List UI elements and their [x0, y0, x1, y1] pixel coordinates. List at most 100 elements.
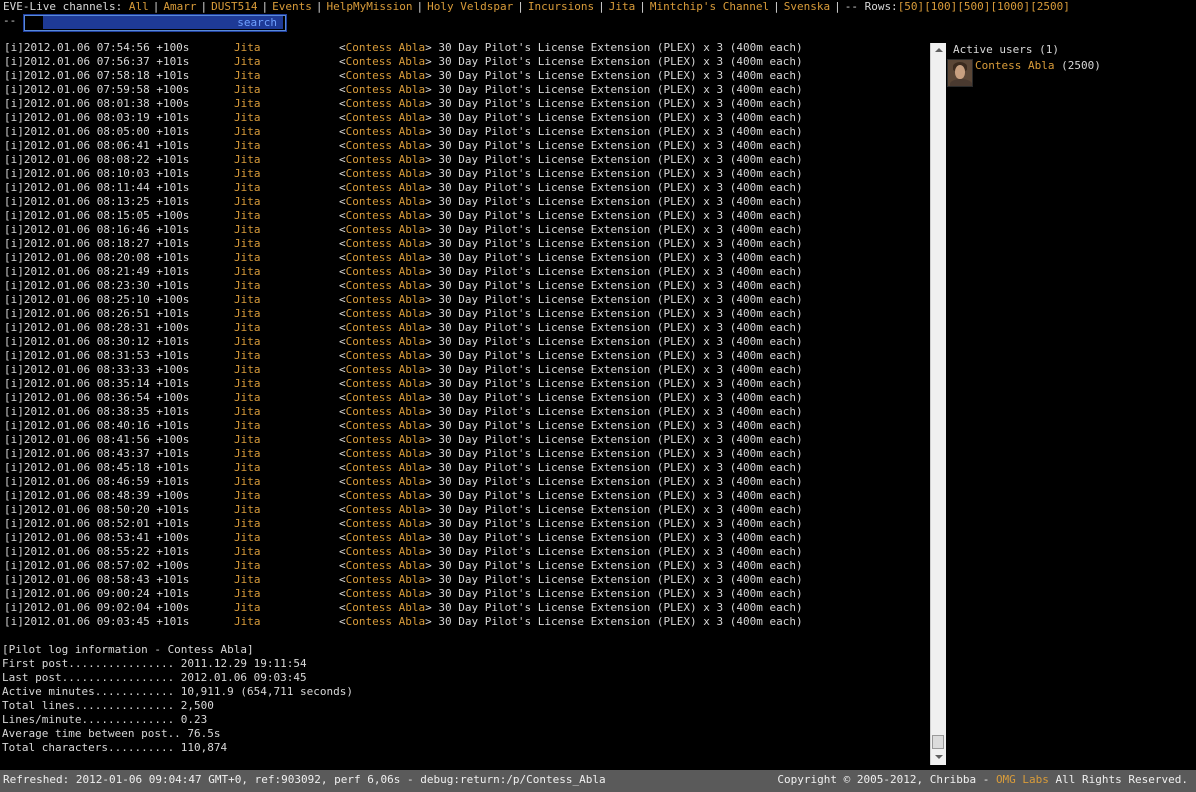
log-user-link[interactable]: Contess Abla: [346, 573, 425, 586]
avatar[interactable]: [947, 59, 973, 87]
channel-link-dust514[interactable]: DUST514: [211, 0, 257, 13]
log-channel[interactable]: Jita: [234, 139, 339, 153]
log-user-link[interactable]: Contess Abla: [346, 83, 425, 96]
log-channel[interactable]: Jita: [234, 461, 339, 475]
log-channel[interactable]: Jita: [234, 237, 339, 251]
channel-link-amarr[interactable]: Amarr: [163, 0, 196, 13]
scroll-up-arrow-icon[interactable]: [931, 43, 946, 58]
log-user-link[interactable]: Contess Abla: [346, 321, 425, 334]
log-user-link[interactable]: Contess Abla: [346, 377, 425, 390]
log-user-link[interactable]: Contess Abla: [346, 503, 425, 516]
channel-link-all[interactable]: All: [129, 0, 149, 13]
log-user-link[interactable]: Contess Abla: [346, 97, 425, 110]
rows-option-2500[interactable]: [2500]: [1030, 0, 1070, 13]
log-channel[interactable]: Jita: [234, 307, 339, 321]
log-user-link[interactable]: Contess Abla: [346, 237, 425, 250]
log-channel[interactable]: Jita: [234, 195, 339, 209]
log-channel[interactable]: Jita: [234, 125, 339, 139]
log-channel[interactable]: Jita: [234, 41, 339, 55]
scroll-down-arrow-icon[interactable]: [931, 750, 946, 765]
log-user-link[interactable]: Contess Abla: [346, 447, 425, 460]
log-channel[interactable]: Jita: [234, 349, 339, 363]
log-user-link[interactable]: Contess Abla: [346, 349, 425, 362]
log-user-link[interactable]: Contess Abla: [346, 545, 425, 558]
log-user-link[interactable]: Contess Abla: [346, 55, 425, 68]
channel-link-incursions[interactable]: Incursions: [528, 0, 594, 13]
log-channel[interactable]: Jita: [234, 419, 339, 433]
log-user-link[interactable]: Contess Abla: [346, 153, 425, 166]
log-user-link[interactable]: Contess Abla: [346, 293, 425, 306]
log-user-link[interactable]: Contess Abla: [346, 601, 425, 614]
log-channel[interactable]: Jita: [234, 377, 339, 391]
log-user-link[interactable]: Contess Abla: [346, 111, 425, 124]
log-user-link[interactable]: Contess Abla: [346, 195, 425, 208]
active-user-link[interactable]: Contess Abla: [975, 59, 1054, 72]
log-channel[interactable]: Jita: [234, 69, 339, 83]
log-user-link[interactable]: Contess Abla: [346, 559, 425, 572]
log-channel[interactable]: Jita: [234, 405, 339, 419]
log-channel[interactable]: Jita: [234, 223, 339, 237]
log-user-link[interactable]: Contess Abla: [346, 307, 425, 320]
log-user-link[interactable]: Contess Abla: [346, 475, 425, 488]
log-channel[interactable]: Jita: [234, 251, 339, 265]
scrollbar-thumb[interactable]: [932, 735, 944, 749]
log-user-link[interactable]: Contess Abla: [346, 461, 425, 474]
log-channel[interactable]: Jita: [234, 209, 339, 223]
log-channel[interactable]: Jita: [234, 601, 339, 615]
log-channel[interactable]: Jita: [234, 587, 339, 601]
log-channel[interactable]: Jita: [234, 391, 339, 405]
log-channel[interactable]: Jita: [234, 545, 339, 559]
log-channel[interactable]: Jita: [234, 55, 339, 69]
rows-option-500[interactable]: [500]: [957, 0, 990, 13]
log-channel[interactable]: Jita: [234, 531, 339, 545]
channel-link-holy-veldspar[interactable]: Holy Veldspar: [427, 0, 513, 13]
log-channel[interactable]: Jita: [234, 615, 339, 629]
log-channel[interactable]: Jita: [234, 167, 339, 181]
log-channel[interactable]: Jita: [234, 97, 339, 111]
channel-link-helpmymission[interactable]: HelpMyMission: [326, 0, 412, 13]
rows-option-100[interactable]: [100]: [924, 0, 957, 13]
omg-labs-link[interactable]: OMG Labs: [996, 773, 1049, 786]
log-channel[interactable]: Jita: [234, 279, 339, 293]
log-channel[interactable]: Jita: [234, 265, 339, 279]
channel-link-events[interactable]: Events: [272, 0, 312, 13]
log-user-link[interactable]: Contess Abla: [346, 139, 425, 152]
log-channel[interactable]: Jita: [234, 335, 339, 349]
log-user-link[interactable]: Contess Abla: [346, 181, 425, 194]
log-channel[interactable]: Jita: [234, 321, 339, 335]
log-channel[interactable]: Jita: [234, 83, 339, 97]
log-user-link[interactable]: Contess Abla: [346, 223, 425, 236]
log-user-link[interactable]: Contess Abla: [346, 489, 425, 502]
log-channel[interactable]: Jita: [234, 489, 339, 503]
log-user-link[interactable]: Contess Abla: [346, 587, 425, 600]
log-channel[interactable]: Jita: [234, 111, 339, 125]
log-user-link[interactable]: Contess Abla: [346, 41, 425, 54]
channel-link-mintchip[interactable]: Mintchip's Channel: [650, 0, 769, 13]
log-channel[interactable]: Jita: [234, 433, 339, 447]
log-scrollbar[interactable]: [930, 43, 946, 765]
log-user-link[interactable]: Contess Abla: [346, 405, 425, 418]
log-user-link[interactable]: Contess Abla: [346, 531, 425, 544]
log-user-link[interactable]: Contess Abla: [346, 419, 425, 432]
rows-option-1000[interactable]: [1000]: [990, 0, 1030, 13]
log-user-link[interactable]: Contess Abla: [346, 335, 425, 348]
log-user-link[interactable]: Contess Abla: [346, 69, 425, 82]
log-channel[interactable]: Jita: [234, 153, 339, 167]
log-user-link[interactable]: Contess Abla: [346, 251, 425, 264]
rows-option-50[interactable]: [50]: [898, 0, 925, 13]
log-user-link[interactable]: Contess Abla: [346, 433, 425, 446]
log-user-link[interactable]: Contess Abla: [346, 517, 425, 530]
log-channel[interactable]: Jita: [234, 363, 339, 377]
log-channel[interactable]: Jita: [234, 559, 339, 573]
log-user-link[interactable]: Contess Abla: [346, 265, 425, 278]
channel-link-svenska[interactable]: Svenska: [784, 0, 830, 13]
log-channel[interactable]: Jita: [234, 181, 339, 195]
log-user-link[interactable]: Contess Abla: [346, 167, 425, 180]
log-channel[interactable]: Jita: [234, 447, 339, 461]
search-button[interactable]: search: [43, 16, 283, 29]
log-user-link[interactable]: Contess Abla: [346, 363, 425, 376]
log-user-link[interactable]: Contess Abla: [346, 391, 425, 404]
channel-link-jita[interactable]: Jita: [609, 0, 636, 13]
log-channel[interactable]: Jita: [234, 573, 339, 587]
log-user-link[interactable]: Contess Abla: [346, 209, 425, 222]
